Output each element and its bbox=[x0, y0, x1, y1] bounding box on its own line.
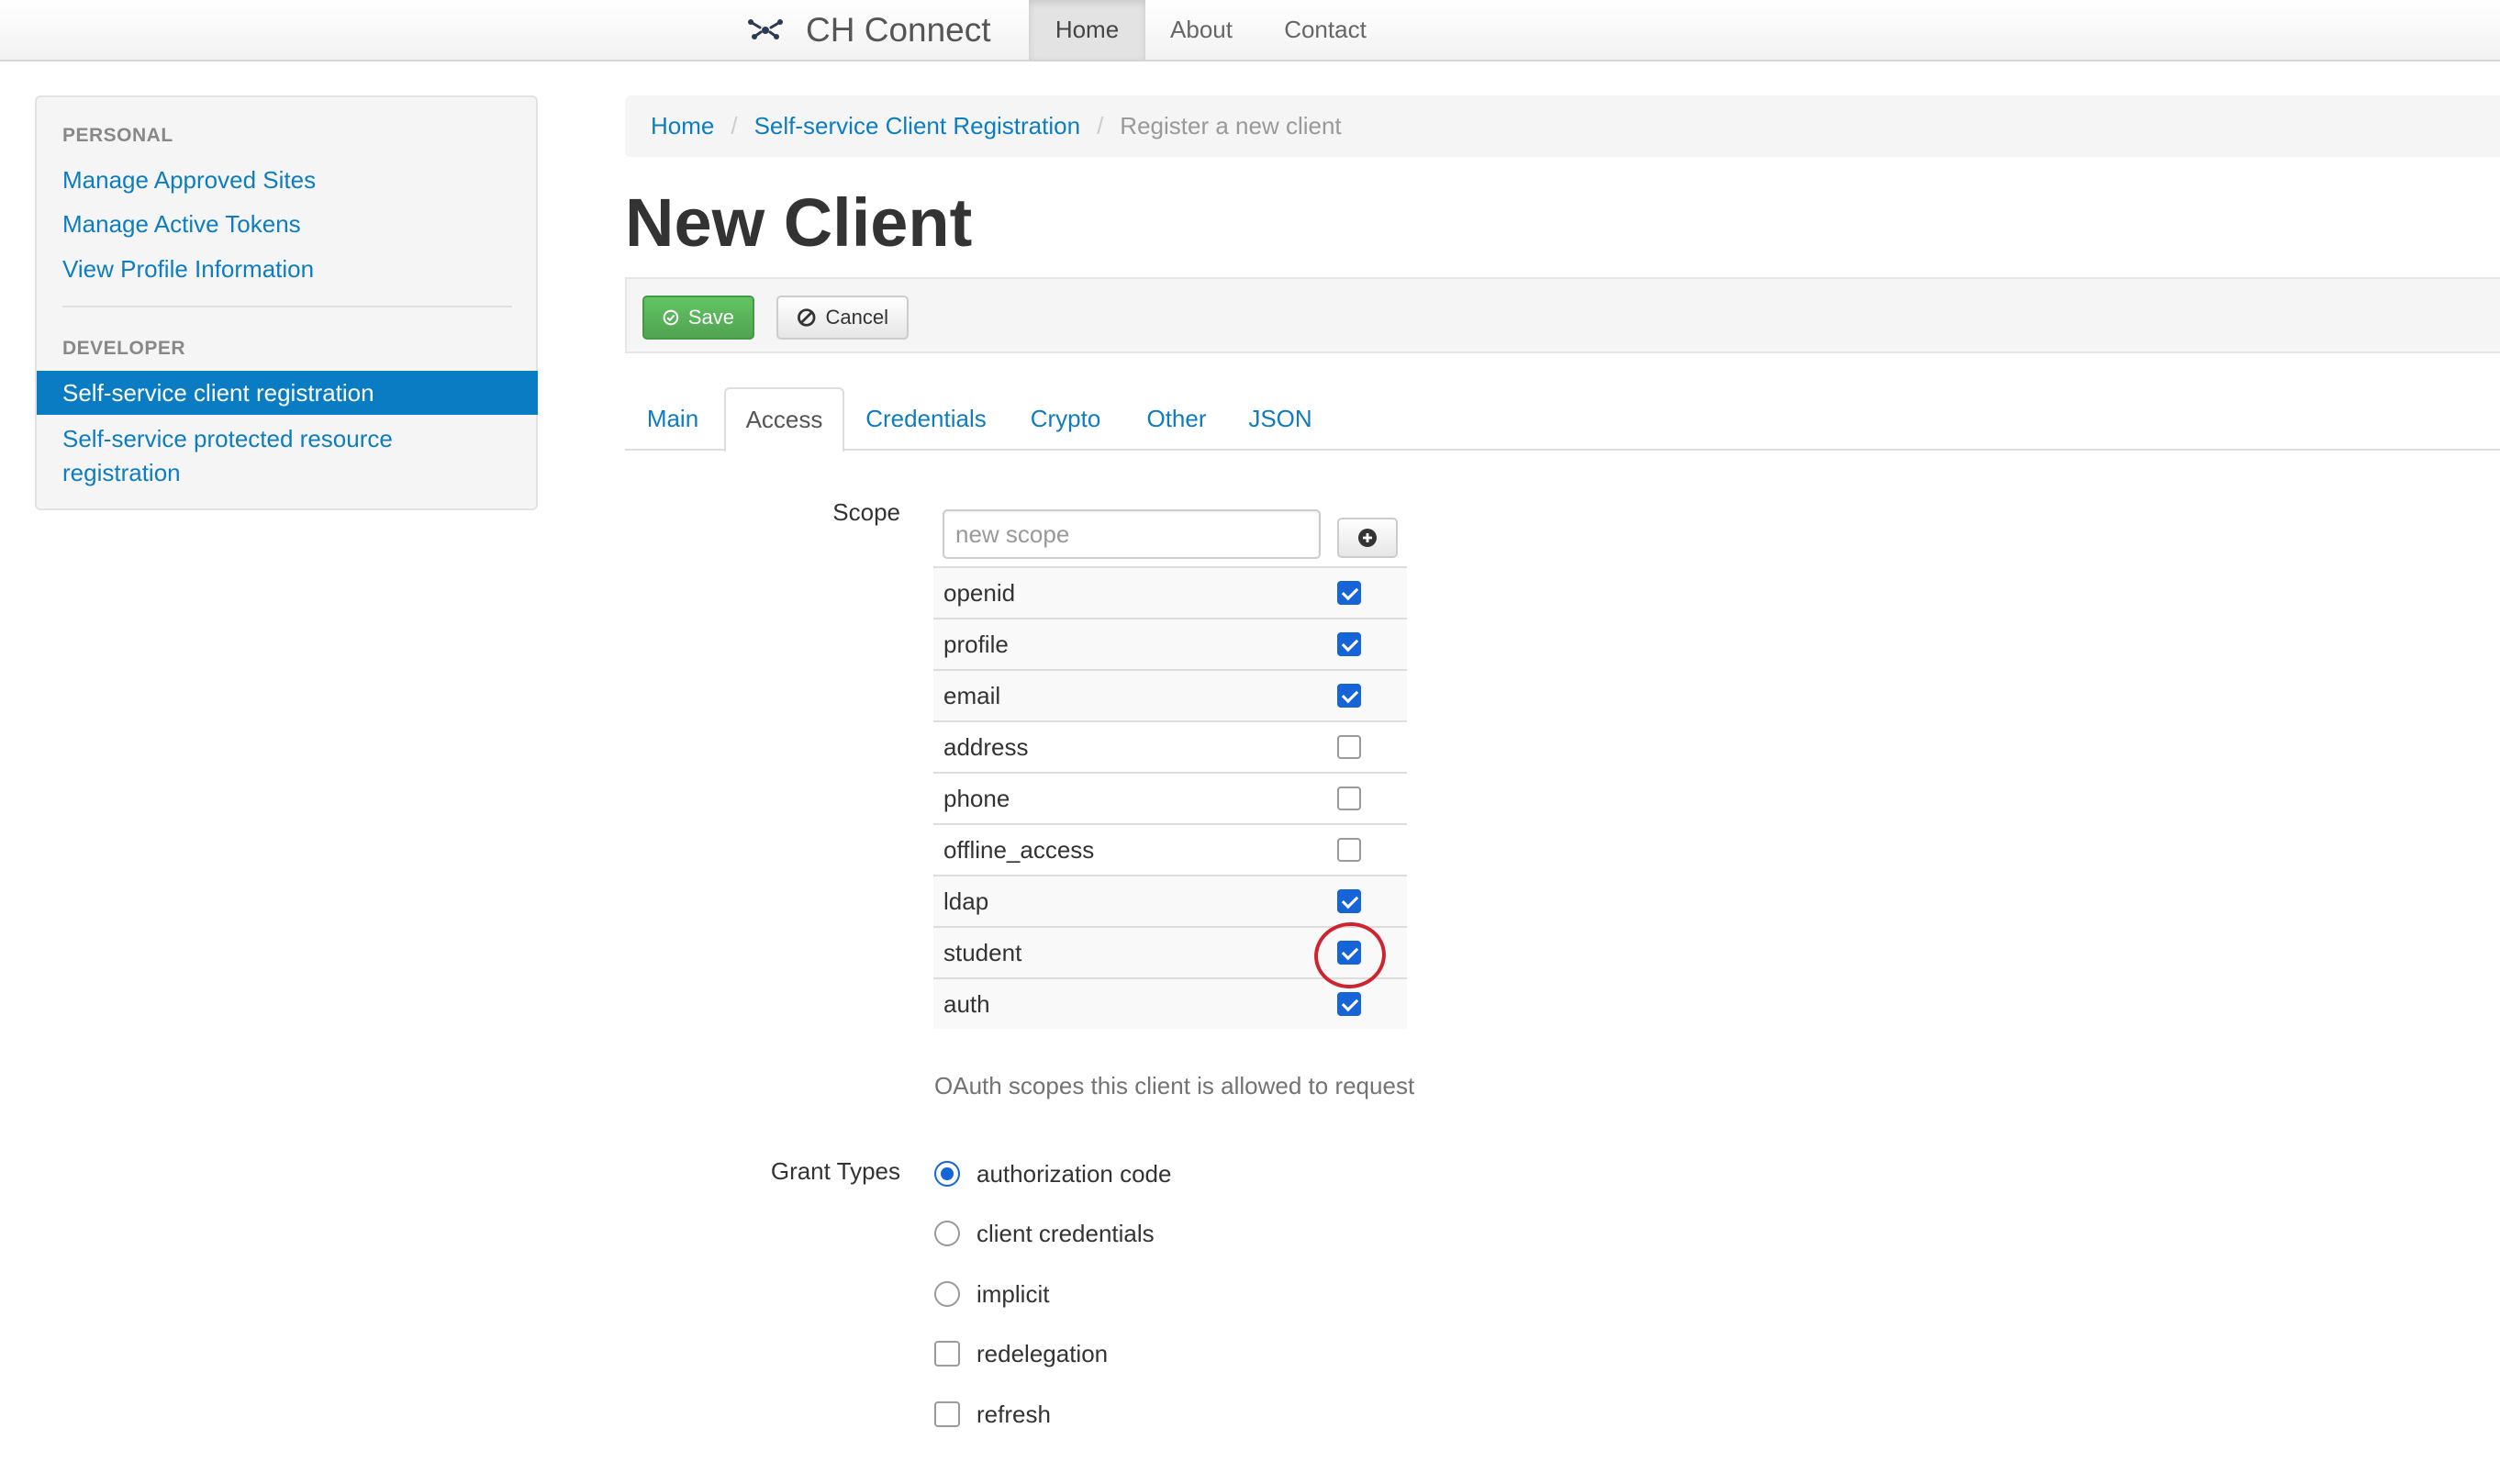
form-toolbar: Save Cancel bbox=[625, 277, 2500, 353]
scope-row-email: email bbox=[933, 669, 1407, 720]
grant-option-label: implicit bbox=[977, 1279, 1050, 1308]
grant-option-redelegation[interactable]: redelegation bbox=[934, 1338, 1108, 1369]
tab-main[interactable]: Main bbox=[625, 387, 720, 451]
check-circle-icon bbox=[663, 309, 679, 326]
scope-row-phone: phone bbox=[933, 772, 1407, 823]
grant-option-label: redelegation bbox=[977, 1339, 1109, 1367]
save-button-label: Save bbox=[687, 306, 734, 329]
grant-checkbox-refresh[interactable] bbox=[934, 1401, 960, 1427]
breadcrumb-client-registration[interactable]: Self-service Client Registration bbox=[754, 112, 1080, 140]
plus-circle-icon bbox=[1358, 529, 1377, 547]
sidebar-divider bbox=[62, 306, 512, 307]
grant-option-label: refresh bbox=[977, 1400, 1051, 1428]
tab-other[interactable]: Other bbox=[1127, 387, 1226, 451]
breadcrumb-separator: / bbox=[731, 112, 738, 139]
grant-radio-implicit[interactable] bbox=[934, 1281, 960, 1307]
nav-contact[interactable]: Contact bbox=[1257, 0, 1393, 60]
breadcrumb-separator: / bbox=[1097, 112, 1104, 139]
breadcrumb-current: Register a new client bbox=[1120, 112, 1342, 139]
scope-name: auth bbox=[943, 989, 990, 1018]
scope-row-profile: profile bbox=[933, 618, 1407, 669]
scope-row-openid: openid bbox=[933, 566, 1407, 618]
scope-checkbox-address[interactable] bbox=[1337, 735, 1361, 759]
sidebar-item-client-registration[interactable]: Self-service client registration bbox=[37, 371, 538, 415]
scope-name: address bbox=[943, 732, 1029, 761]
scope-checkbox-auth[interactable] bbox=[1337, 992, 1361, 1016]
scope-name: phone bbox=[943, 784, 1010, 812]
sidebar-item-active-tokens[interactable]: Manage Active Tokens bbox=[62, 210, 301, 239]
scope-row-offline-access: offline_access bbox=[933, 823, 1407, 875]
grant-option-implicit[interactable]: implicit bbox=[934, 1278, 1049, 1310]
nav-home[interactable]: Home bbox=[1029, 0, 1145, 60]
tab-crypto[interactable]: Crypto bbox=[1008, 387, 1123, 451]
sidebar-header-personal: PERSONAL bbox=[62, 125, 173, 146]
scope-checkbox-profile[interactable] bbox=[1337, 632, 1361, 656]
tab-json[interactable]: JSON bbox=[1230, 387, 1331, 451]
scope-checkbox-openid[interactable] bbox=[1337, 581, 1361, 605]
scope-name: offline_access bbox=[943, 835, 1095, 864]
sidebar-item-profile-info[interactable]: View Profile Information bbox=[62, 255, 314, 284]
cancel-button[interactable]: Cancel bbox=[776, 296, 909, 340]
grant-option-authorization-code[interactable]: authorization code bbox=[934, 1158, 1171, 1189]
scope-help-text: OAuth scopes this client is allowed to r… bbox=[934, 1072, 1415, 1099]
grant-option-label: authorization code bbox=[977, 1159, 1172, 1188]
tab-credentials[interactable]: Credentials bbox=[848, 387, 1004, 451]
grant-checkbox-redelegation[interactable] bbox=[934, 1341, 960, 1367]
grant-option-refresh[interactable]: refresh bbox=[934, 1399, 1051, 1430]
breadcrumb-home[interactable]: Home bbox=[651, 112, 714, 140]
save-button[interactable]: Save bbox=[642, 296, 754, 340]
scope-name: ldap bbox=[943, 887, 989, 915]
sidebar-item-resource-registration[interactable]: Self-service protected resource registra… bbox=[62, 422, 393, 490]
scope-checkbox-email[interactable] bbox=[1337, 684, 1361, 708]
scope-row-address: address bbox=[933, 720, 1407, 772]
new-scope-input[interactable] bbox=[943, 509, 1321, 559]
top-navbar: CH Connect Home About Contact bbox=[0, 0, 2500, 61]
sidebar-item-label: registration bbox=[62, 459, 181, 486]
client-tabs: Main Access Credentials Crypto Other JSO… bbox=[625, 387, 2500, 452]
sidebar-item-approved-sites[interactable]: Manage Approved Sites bbox=[62, 166, 316, 195]
ban-icon bbox=[798, 308, 816, 327]
scope-checkbox-ldap[interactable] bbox=[1337, 889, 1361, 913]
page-title: New Client bbox=[625, 184, 973, 261]
cancel-button-label: Cancel bbox=[825, 306, 888, 329]
scope-name: openid bbox=[943, 578, 1016, 607]
grant-types-label: Grant Types bbox=[770, 1157, 900, 1185]
sidebar: PERSONAL Manage Approved Sites Manage Ac… bbox=[35, 95, 538, 510]
scope-checkbox-offline-access[interactable] bbox=[1337, 838, 1361, 862]
scope-name: student bbox=[943, 938, 1022, 966]
scope-checkbox-phone[interactable] bbox=[1337, 787, 1361, 810]
tab-access[interactable]: Access bbox=[724, 387, 844, 452]
grant-radio-client-credentials[interactable] bbox=[934, 1221, 960, 1246]
scope-row-ldap: ldap bbox=[933, 875, 1407, 926]
sidebar-item-label: Self-service protected resource bbox=[62, 425, 393, 452]
scope-name: profile bbox=[943, 630, 1009, 658]
add-scope-button[interactable] bbox=[1337, 518, 1398, 558]
brand[interactable]: CH Connect bbox=[747, 0, 991, 60]
scope-label: Scope bbox=[832, 498, 900, 526]
grant-option-label: client credentials bbox=[977, 1219, 1155, 1247]
grant-option-client-credentials[interactable]: client credentials bbox=[934, 1218, 1155, 1249]
grant-radio-authorization-code[interactable] bbox=[934, 1161, 960, 1187]
sidebar-header-developer: DEVELOPER bbox=[62, 338, 186, 359]
brand-name: CH Connect bbox=[806, 10, 991, 49]
brand-logo-icon bbox=[748, 18, 783, 39]
scope-name: email bbox=[943, 681, 1001, 709]
nav-about[interactable]: About bbox=[1145, 0, 1257, 60]
breadcrumb: Home / Self-service Client Registration … bbox=[625, 95, 2500, 157]
